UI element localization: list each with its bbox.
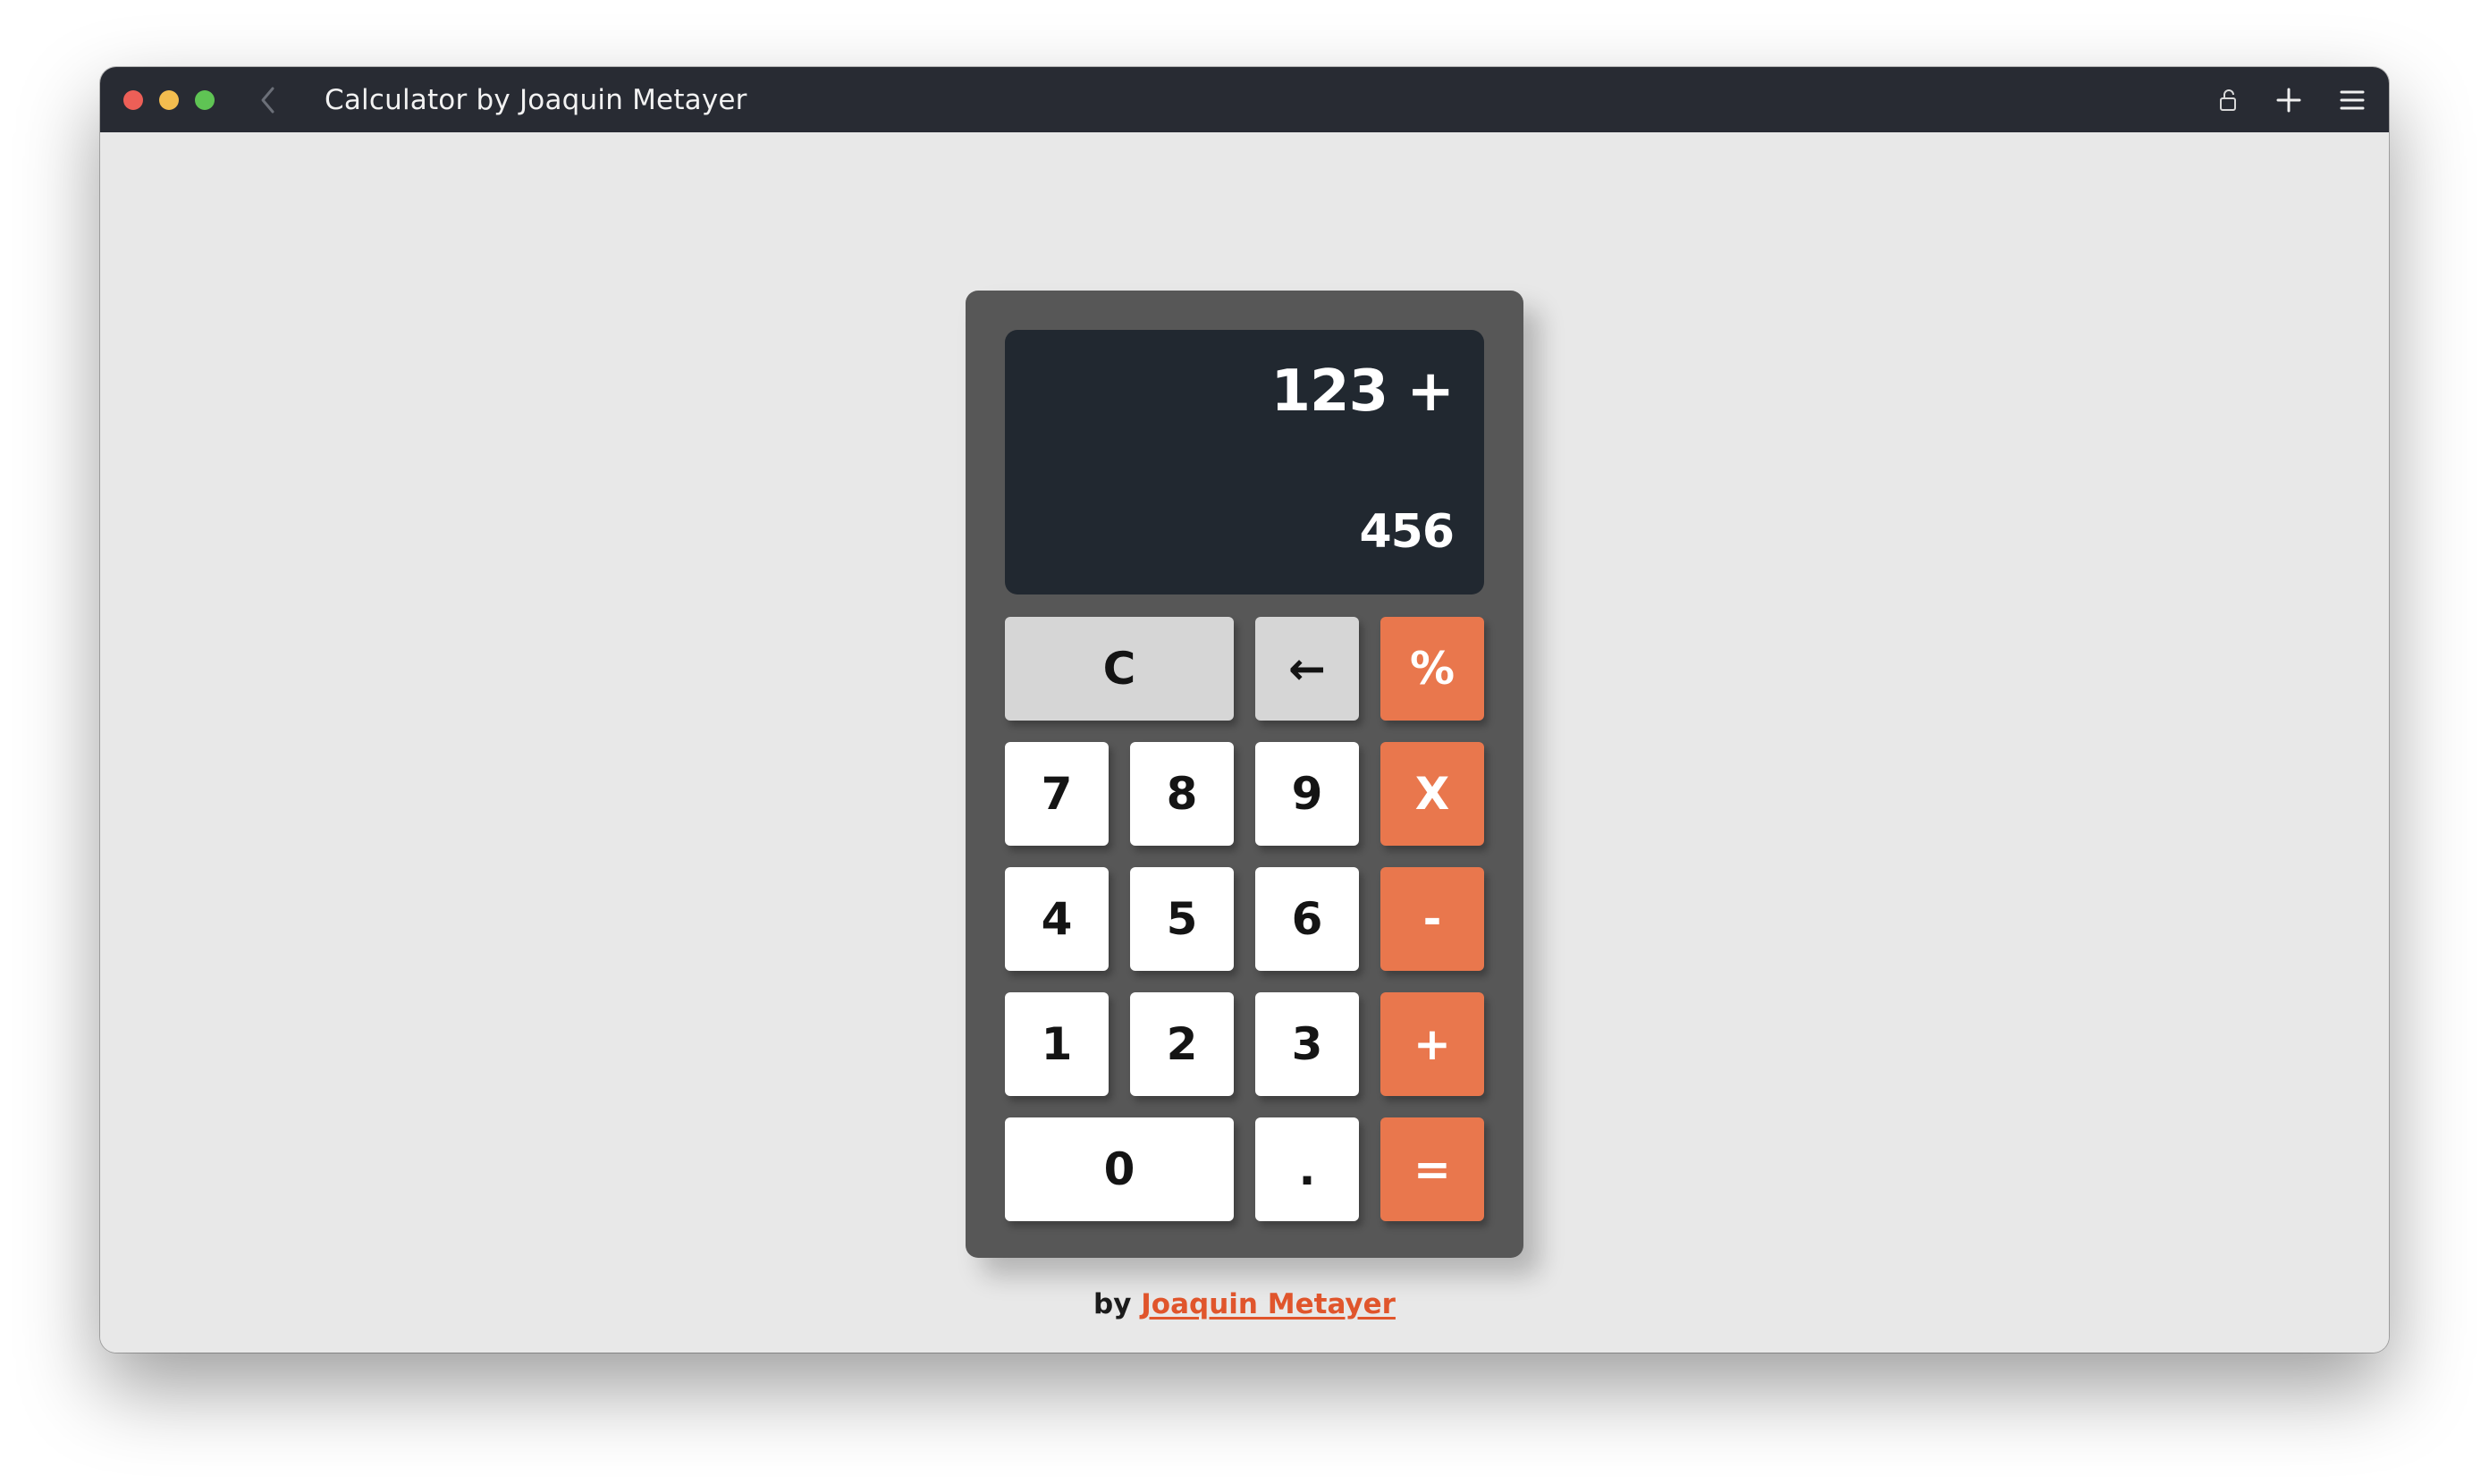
window-title: Calculator by Joaquin Metayer [325,84,747,116]
new-tab-button[interactable] [2269,81,2308,119]
menu-button[interactable] [2333,81,2372,119]
hamburger-menu-icon [2340,90,2365,110]
digit-9-button[interactable]: 9 [1255,742,1359,846]
digit-6-button[interactable]: 6 [1255,867,1359,971]
previous-operand: 123 + [1270,358,1455,425]
author-link[interactable]: Joaquin Metayer [1141,1288,1396,1320]
digit-8-button[interactable]: 8 [1130,742,1234,846]
plus-icon [2276,88,2301,113]
subtract-button[interactable]: - [1380,867,1484,971]
multiply-button[interactable]: X [1380,742,1484,846]
minimize-window-button[interactable] [159,90,179,110]
add-button[interactable]: + [1380,992,1484,1096]
percent-button[interactable]: % [1380,617,1484,721]
browser-window: Calculator by Joaquin Metayer 123 + 456 … [100,67,2389,1353]
digit-3-button[interactable]: 3 [1255,992,1359,1096]
current-operand: 456 [1359,505,1455,559]
decimal-button[interactable]: . [1255,1117,1359,1221]
close-window-button[interactable] [123,90,143,110]
digit-2-button[interactable]: 2 [1130,992,1234,1096]
author-credit: by Joaquin Metayer [100,1288,2389,1320]
digit-0-button[interactable]: 0 [1005,1117,1234,1221]
lock-icon [2220,89,2236,111]
chevron-left-icon [261,87,274,114]
digit-1-button[interactable]: 1 [1005,992,1109,1096]
backspace-button[interactable]: ← [1255,617,1359,721]
title-bar: Calculator by Joaquin Metayer [100,67,2389,132]
lock-button[interactable] [2208,81,2248,119]
page-content: 123 + 456 C ← % 7 8 9 X 4 5 6 - 1 2 3 + … [100,132,2389,1353]
maximize-window-button[interactable] [195,90,215,110]
calculator-display: 123 + 456 [1005,330,1484,594]
digit-7-button[interactable]: 7 [1005,742,1109,846]
credit-prefix: by [1093,1288,1132,1320]
clear-button[interactable]: C [1005,617,1234,721]
calculator: 123 + 456 C ← % 7 8 9 X 4 5 6 - 1 2 3 + … [966,291,1523,1258]
equals-button[interactable]: = [1380,1117,1484,1221]
digit-5-button[interactable]: 5 [1130,867,1234,971]
back-button[interactable] [250,81,286,119]
digit-4-button[interactable]: 4 [1005,867,1109,971]
